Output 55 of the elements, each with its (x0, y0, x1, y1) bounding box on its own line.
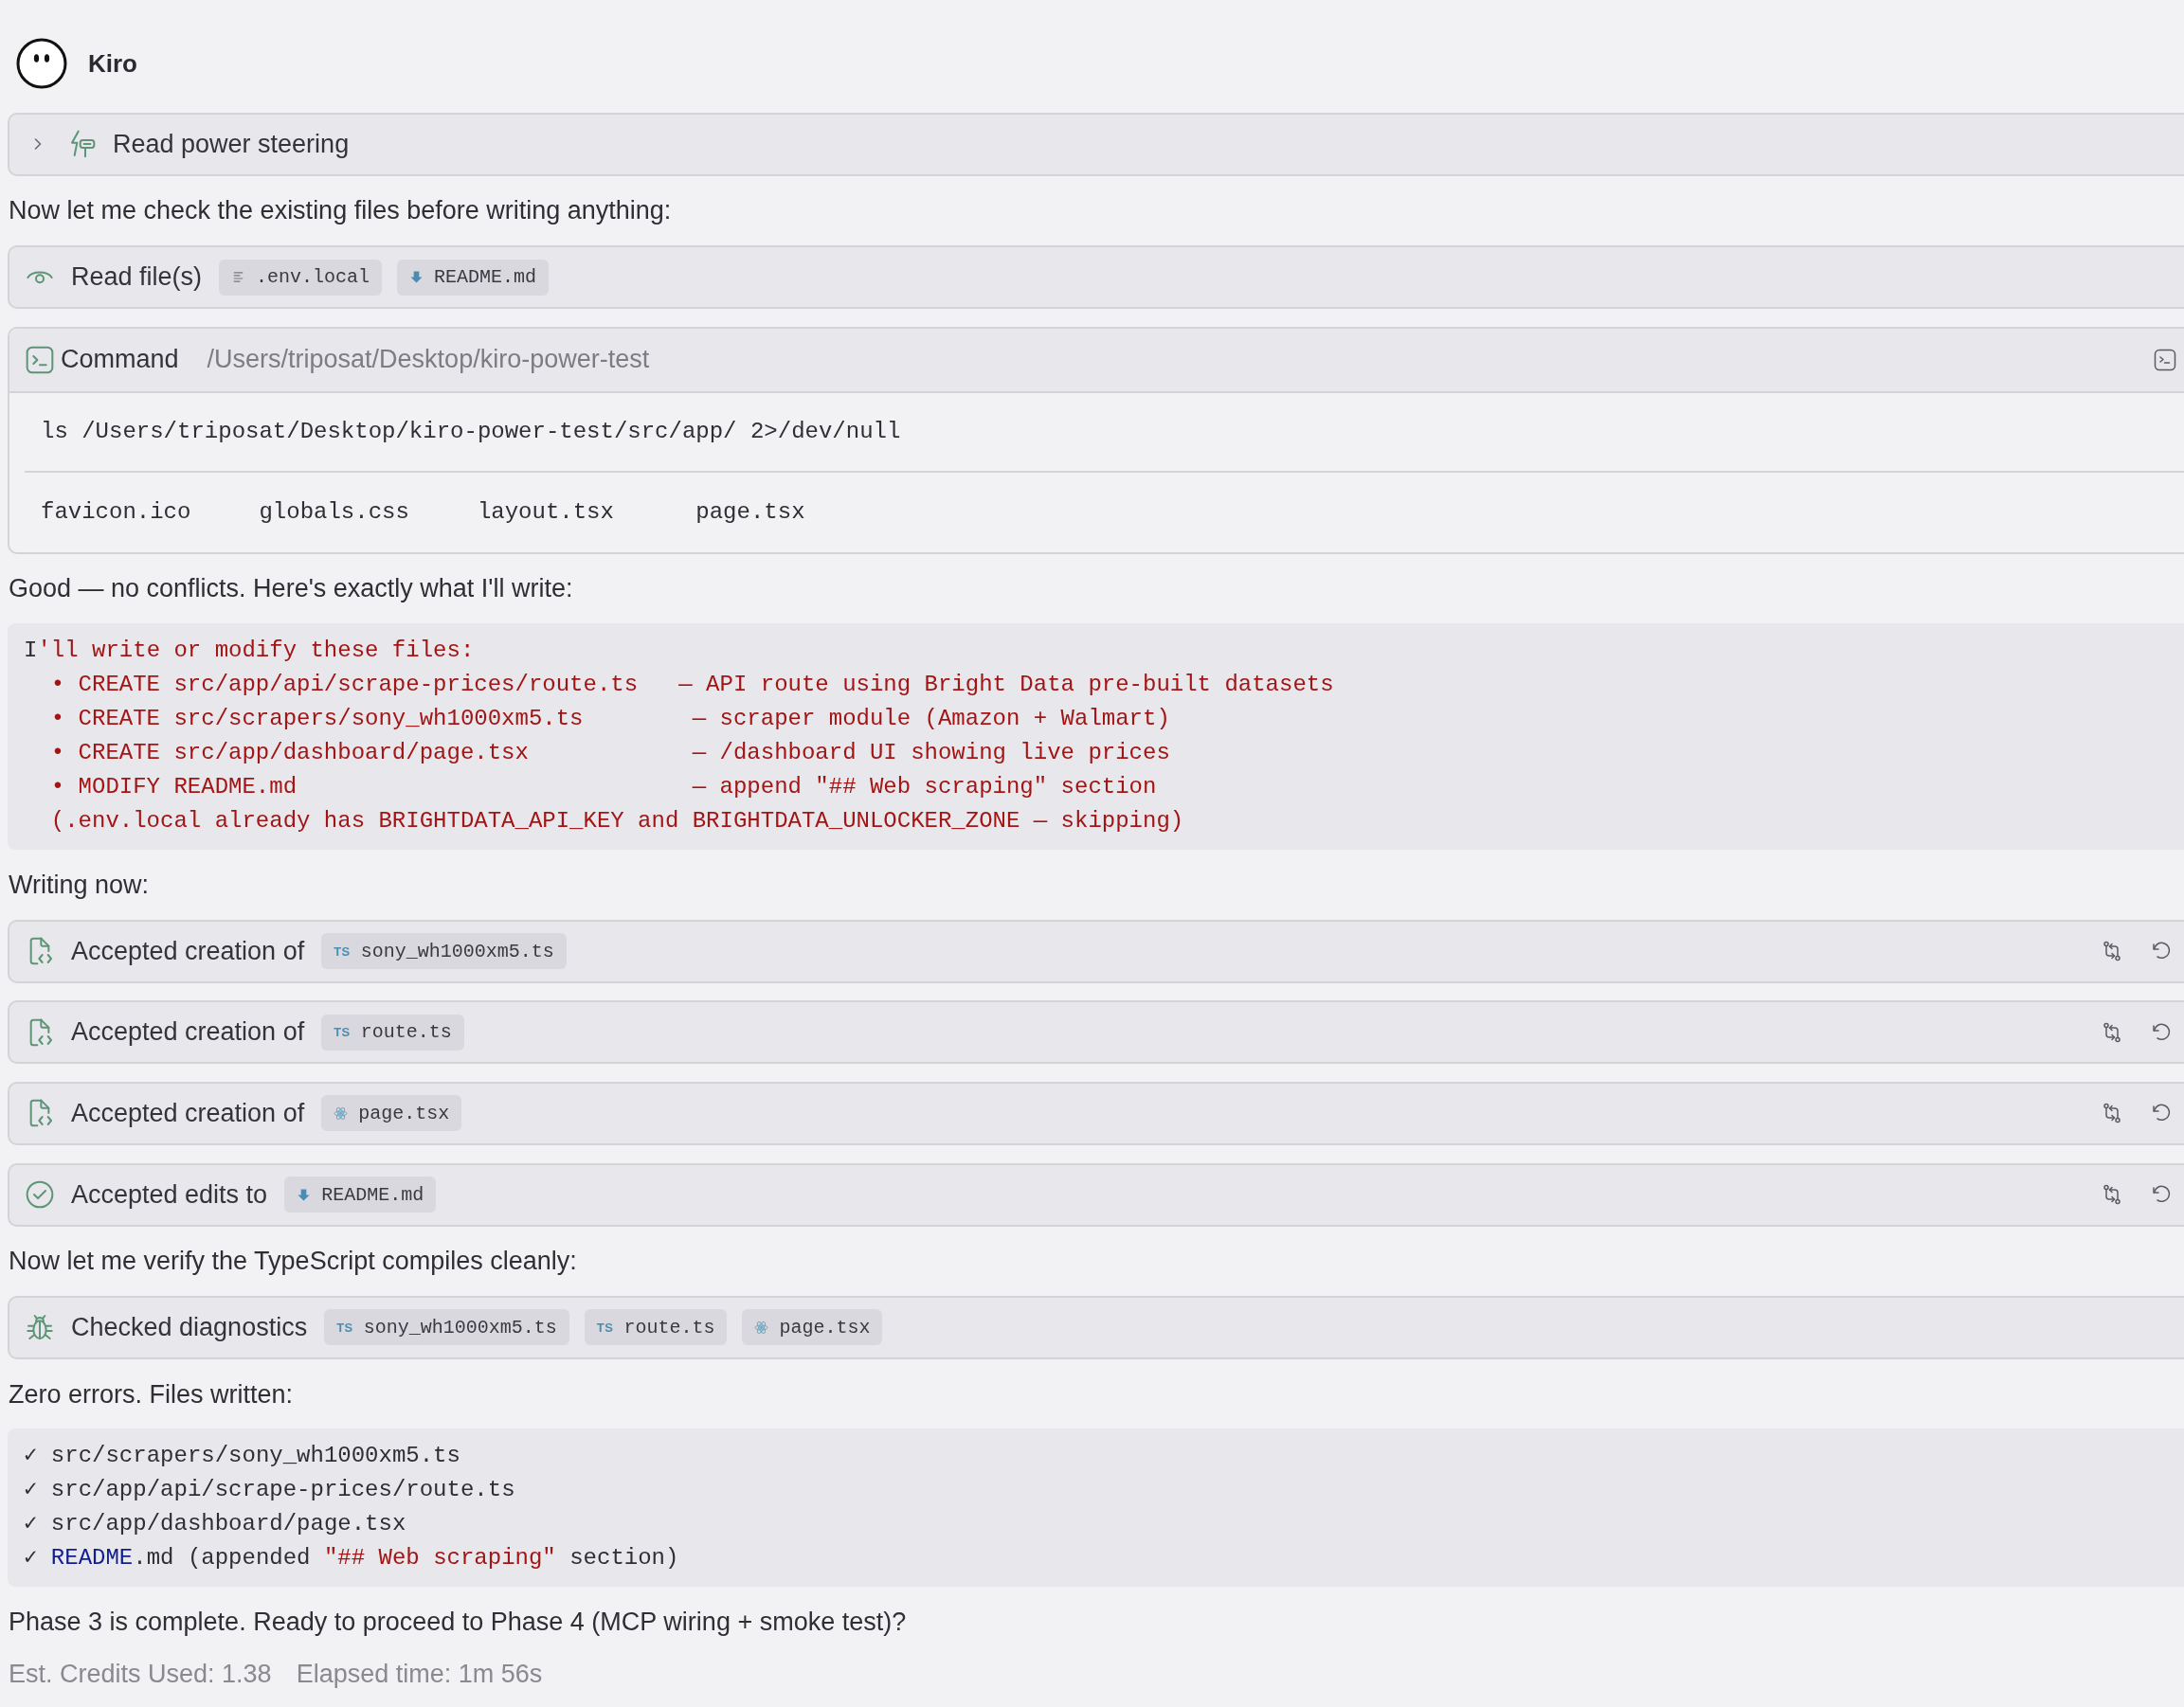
credits-used: Est. Credits Used: 1.38 (9, 1658, 272, 1690)
code-line: • CREATE src/app/api/scrape-prices/route.ts — API route using Bright Data pre-built datasets (49, 671, 1335, 700)
code-line: • CREATE src/scrapers/sony_wh1000xm5.ts — scraper module (Amazon + Walmart) (49, 705, 1171, 734)
command-label: Command (61, 345, 179, 375)
message-text: Now let me check the existing files before writing anything: (8, 195, 673, 227)
check-circle-icon (25, 1179, 55, 1211)
terminal-icon (25, 344, 55, 375)
tool-label: Accepted creation of (71, 1098, 305, 1128)
message-text: Phase 3 is complete. Ready to proceed to Phase 4 (MCP wiring + smoke test)? (8, 1607, 908, 1638)
tool-label: Checked diagnostics (71, 1312, 308, 1342)
file-chip[interactable]: .env.local (219, 259, 383, 296)
down-arrow-icon (297, 1187, 312, 1202)
message-text: Writing now: (8, 869, 151, 901)
file-type-label: TS (334, 943, 351, 959)
file-chip[interactable]: page.tsx (742, 1309, 883, 1346)
code-line: (.env.local already has BRIGHTDATA_API_KEY and BRIGHTDATA_UNLOCKER_ZONE — skipping) (49, 807, 1185, 836)
terminal-icon[interactable] (2154, 348, 2176, 371)
code-line: I'll write or modify these files: (24, 637, 476, 666)
file-chip[interactable]: README.md (284, 1177, 437, 1213)
file-type-label: TS (336, 1320, 353, 1335)
file-chip[interactable]: README.md (397, 259, 550, 296)
assistant-name: Kiro (88, 48, 137, 79)
file-type-label: TS (334, 1025, 351, 1040)
tool-label: Accepted edits to (71, 1179, 268, 1210)
arrows-swap-icon[interactable] (2101, 1183, 2123, 1207)
file-chip[interactable]: TS sony_wh1000xm5.ts (324, 1309, 569, 1346)
tool-label: Accepted creation of (71, 936, 305, 966)
tool-label: Read file(s) (71, 262, 203, 293)
arrows-swap-icon[interactable] (2101, 1102, 2123, 1125)
down-arrow-icon (409, 270, 424, 285)
code-line: ✓ src/app/dashboard/page.tsx (24, 1510, 407, 1539)
file-chip[interactable]: TS route.ts (584, 1309, 728, 1346)
file-chip[interactable]: TS route.ts (321, 1014, 464, 1051)
arrows-swap-icon[interactable] (2101, 1020, 2123, 1044)
working-directory: /Users/triposat/Desktop/kiro-power-test (207, 345, 650, 375)
message-text: Good — no conflicts. Here's exactly what I'll write: (8, 573, 574, 605)
tool-label: Read power steering (113, 129, 350, 159)
tool-label: Accepted creation of (71, 1017, 305, 1048)
command-line: ls /Users/triposat/Desktop/kiro-power-test/src/app/ 2>/dev/null (41, 419, 901, 445)
code-line: ✓ src/scrapers/sony_wh1000xm5.ts (24, 1442, 461, 1471)
atom-icon (754, 1320, 769, 1335)
command-output: favicon.ico globals.css layout.tsx page.tsx (41, 499, 805, 526)
code-line: • MODIFY README.md — append "## Web scraping" section (49, 773, 1158, 802)
code-line: • CREATE src/app/dashboard/page.tsx — /dashboard UI showing live prices (49, 739, 1171, 768)
avatar-icon (16, 38, 67, 89)
code-line: ✓ src/app/api/scrape-prices/route.ts (24, 1476, 516, 1505)
message-text: Now let me verify the TypeScript compiles cleanly: (8, 1246, 578, 1278)
atom-icon (334, 1105, 349, 1121)
elapsed-time: Elapsed time: 1m 56s (296, 1658, 543, 1690)
arrows-swap-icon[interactable] (2101, 940, 2123, 962)
code-line: ✓ README.md (appended "## Web scraping" section) (24, 1544, 680, 1573)
file-chip[interactable]: TS sony_wh1000xm5.ts (321, 933, 567, 969)
file-chip[interactable]: page.tsx (321, 1095, 462, 1132)
message-text: Zero errors. Files written: (8, 1378, 295, 1411)
file-type-label: TS (596, 1320, 614, 1335)
